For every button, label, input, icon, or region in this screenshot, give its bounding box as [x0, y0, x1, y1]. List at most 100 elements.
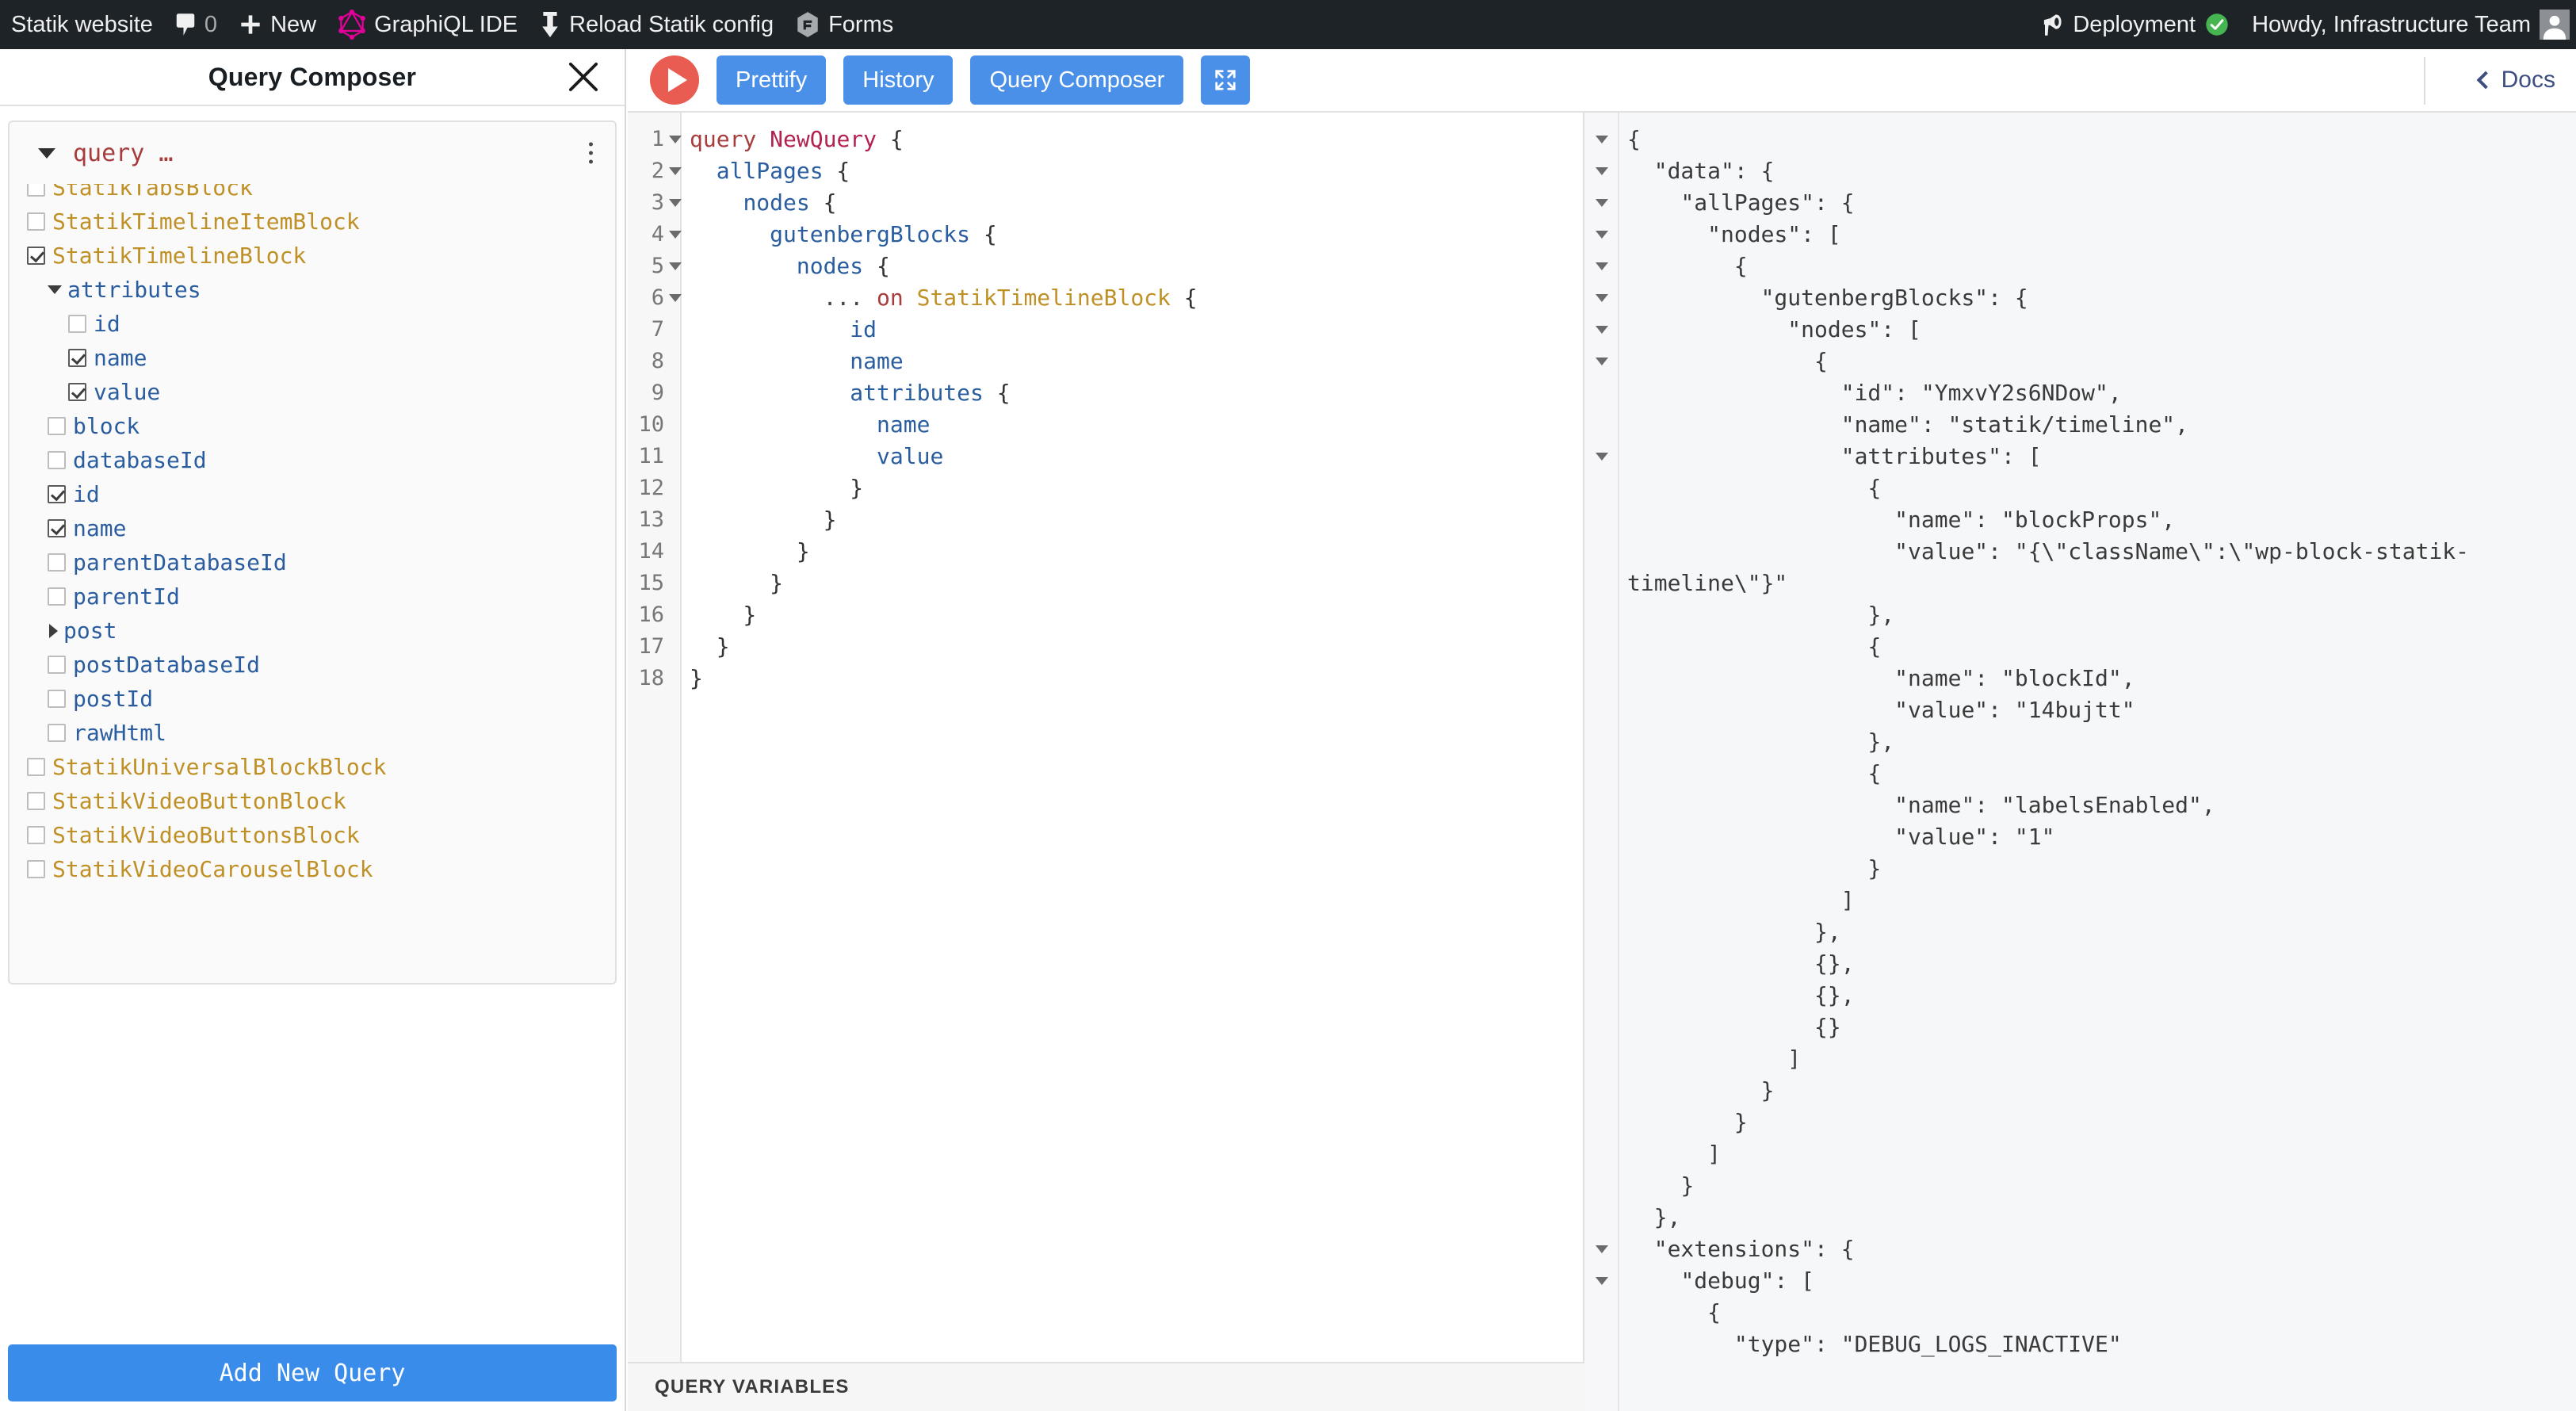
tree-item-id[interactable]: id [48, 477, 100, 511]
tree-item-id[interactable]: id [68, 307, 120, 341]
field-checkbox[interactable] [48, 553, 66, 572]
field-checkbox[interactable] [68, 383, 86, 401]
adminbar-graphiql-ide[interactable]: GraphiQL IDE [327, 0, 529, 49]
field-checkbox[interactable] [27, 758, 45, 776]
fold-toggle-icon[interactable] [669, 262, 682, 270]
fold-toggle-icon[interactable] [669, 136, 682, 143]
query-editor-code[interactable]: query NewQuery { allPages { nodes { gute… [690, 124, 1583, 1411]
field-checkbox[interactable] [27, 212, 45, 231]
line-number: 17 [638, 634, 664, 659]
fold-toggle-icon[interactable] [669, 231, 682, 239]
result-line: "value": "14bujtt" [1627, 697, 2135, 723]
tree-item-post[interactable]: post [48, 614, 117, 648]
tree-item-statikvideobuttonblock[interactable]: StatikVideoButtonBlock [27, 784, 346, 818]
close-icon[interactable] [566, 59, 601, 94]
result-line: "name": "labelsEnabled", [1627, 792, 2215, 818]
tree-item-statiktabsblock[interactable]: StatikTabsBlock [27, 184, 253, 205]
history-button[interactable]: History [843, 55, 954, 105]
field-checkbox[interactable] [48, 451, 66, 469]
field-checkbox[interactable] [68, 315, 86, 333]
tree-item-block[interactable]: block [48, 409, 140, 443]
add-new-query-button[interactable]: Add New Query [8, 1344, 617, 1401]
result-line: {}, [1627, 982, 1855, 1008]
adminbar-site-name[interactable]: Statik website [0, 0, 164, 49]
fold-toggle-icon[interactable] [1596, 199, 1608, 207]
field-checkbox[interactable] [68, 349, 86, 367]
query-variables-bar[interactable]: QUERY VARIABLES [628, 1362, 1584, 1411]
field-checkbox[interactable] [48, 656, 66, 674]
reload-label: Reload Statik config [569, 11, 774, 37]
tree-item-name[interactable]: name [48, 511, 126, 545]
field-checkbox[interactable] [48, 417, 66, 435]
fold-toggle-icon[interactable] [1596, 1277, 1608, 1285]
tree-item-rawhtml[interactable]: rawHtml [48, 716, 166, 750]
adminbar-comments[interactable]: 0 [164, 0, 228, 49]
fold-toggle-icon[interactable] [1596, 326, 1608, 334]
tree-item-label: post [63, 618, 117, 644]
fold-toggle-icon[interactable] [1596, 453, 1608, 461]
fold-toggle-icon[interactable] [669, 294, 682, 302]
field-checkbox[interactable] [27, 184, 45, 197]
field-checkbox[interactable] [27, 247, 45, 265]
query-editor-pane[interactable]: query NewQuery { allPages { nodes { gute… [628, 113, 1584, 1411]
query-composer-button[interactable]: Query Composer [970, 55, 1184, 105]
code-line: } [690, 665, 703, 691]
schema-field-tree[interactable]: StatikTabsBlock StatikTimelineItemBlock St… [10, 184, 615, 983]
tree-item-name[interactable]: name [68, 341, 147, 375]
tree-item-parentdatabaseid[interactable]: parentDatabaseId [48, 545, 287, 579]
result-line: "nodes": [ [1627, 316, 1921, 342]
tree-item-label: StatikTimelineBlock [52, 243, 307, 269]
tree-item-postdatabaseid[interactable]: postDatabaseId [48, 648, 260, 682]
result-line: "value": "1" [1627, 824, 2055, 850]
fold-toggle-icon[interactable] [1596, 262, 1608, 270]
query-composer-header: Query Composer [0, 49, 625, 106]
field-checkbox[interactable] [48, 724, 66, 742]
field-checkbox[interactable] [27, 826, 45, 844]
fold-toggle-icon[interactable] [1596, 167, 1608, 175]
tree-item-statikvideocarouselblock[interactable]: StatikVideoCarouselBlock [27, 852, 373, 886]
fold-toggle-icon[interactable] [1596, 1245, 1608, 1253]
field-checkbox[interactable] [48, 519, 66, 537]
docs-link[interactable]: Docs [2476, 67, 2555, 94]
field-checkbox[interactable] [48, 485, 66, 503]
chevron-down-icon[interactable] [38, 147, 55, 159]
field-checkbox[interactable] [48, 587, 66, 606]
fold-toggle-icon[interactable] [1596, 358, 1608, 365]
fold-toggle-icon[interactable] [669, 199, 682, 207]
result-line: } [1627, 855, 1882, 881]
field-checkbox[interactable] [27, 792, 45, 810]
editor-result-split: query NewQuery { allPages { nodes { gute… [628, 113, 2576, 1411]
tree-item-label: postId [73, 686, 154, 712]
tree-item-statikuniversalblockblock[interactable]: StatikUniversalBlockBlock [27, 750, 386, 784]
query-card-header[interactable]: query … [10, 122, 615, 184]
result-pane[interactable]: { "data": { "allPages": { "nodes": [ { "… [1584, 113, 2576, 1411]
execute-query-button[interactable] [650, 55, 699, 105]
adminbar-new[interactable]: New [228, 0, 327, 49]
adminbar-forms[interactable]: Forms [785, 0, 904, 49]
field-checkbox[interactable] [48, 690, 66, 708]
tree-item-statiktimelineblock[interactable]: StatikTimelineBlock [27, 239, 306, 273]
prettify-button[interactable]: Prettify [717, 55, 827, 105]
fold-toggle-icon[interactable] [1596, 136, 1608, 143]
chevron-left-icon [2476, 71, 2494, 90]
tree-item-value[interactable]: value [68, 375, 160, 409]
adminbar-deployment[interactable]: Deployment [2028, 0, 2241, 49]
field-checkbox[interactable] [27, 860, 45, 878]
tree-item-statiktimelineitemblock[interactable]: StatikTimelineItemBlock [27, 205, 360, 239]
expand-icon[interactable] [1201, 55, 1251, 105]
adminbar-reload-statik-config[interactable]: Reload Statik config [529, 0, 785, 49]
line-number: 16 [638, 602, 664, 627]
tree-item-postid[interactable]: postId [48, 682, 153, 716]
fold-toggle-icon[interactable] [1596, 231, 1608, 239]
caret-right-icon[interactable] [49, 623, 58, 638]
tree-item-databaseid[interactable]: databaseId [48, 443, 207, 477]
more-options-icon[interactable] [584, 138, 598, 169]
line-number: 9 [651, 380, 664, 405]
adminbar-my-account[interactable]: Howdy, Infrastructure Team [2241, 0, 2576, 49]
caret-down-icon[interactable] [48, 285, 62, 294]
tree-item-statikvideobuttonsblock[interactable]: StatikVideoButtonsBlock [27, 818, 360, 852]
tree-item-attributes[interactable]: attributes [48, 273, 201, 307]
fold-toggle-icon[interactable] [1596, 294, 1608, 302]
fold-toggle-icon[interactable] [669, 167, 682, 175]
tree-item-parentid[interactable]: parentId [48, 579, 180, 614]
